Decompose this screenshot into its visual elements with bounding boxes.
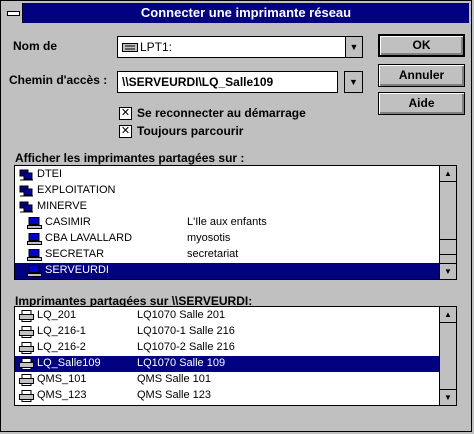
scroll-up-arrow-icon[interactable]: ▲ (440, 166, 456, 182)
computer-icon (27, 249, 42, 261)
scroll-down-arrow-icon[interactable]: ▼ (440, 263, 456, 279)
network-group-icon (19, 201, 34, 213)
computer-icon (27, 265, 42, 277)
list-item[interactable]: LQ_201 LQ1070 Salle 201 (15, 308, 439, 324)
shared-on-scrollbar[interactable]: ▲ ▼ (439, 166, 456, 279)
item-name: CASIMIR (45, 216, 91, 228)
annuler-button[interactable]: Annuler (378, 64, 465, 87)
item-name: EXPLOITATION (37, 184, 116, 196)
scroll-down-arrow-icon[interactable]: ▼ (440, 389, 456, 405)
window-title: Connecter une imprimante réseau (140, 5, 352, 20)
item-name: SECRETAR (45, 248, 105, 260)
computer-icon (27, 217, 42, 229)
list-item[interactable]: SECRETAR secretariat (15, 247, 439, 263)
chemin-label: Chemin d'accès : (9, 73, 108, 87)
list-item[interactable]: DTEI (15, 167, 439, 183)
printer-icon (19, 358, 34, 370)
printers-scrollbar[interactable]: ▲ ▼ (439, 307, 456, 405)
item-name: LQ_201 (37, 309, 77, 321)
system-menu-icon[interactable] (3, 3, 23, 23)
list-item[interactable]: EXPLOITATION (15, 183, 439, 199)
list-item[interactable]: CBA LAVALLARD myosotis (15, 231, 439, 247)
browse-checkbox[interactable]: ✕ (119, 125, 132, 138)
nom-de-value: LPT1: (140, 40, 173, 54)
list-item[interactable]: LQ_Salle109 LQ1070 Salle 109 (15, 356, 439, 372)
nom-de-dropdown-arrow-icon[interactable]: ▼ (345, 37, 362, 57)
item-description: L'Ile aux enfants (187, 216, 267, 228)
item-name: LQ_216-1 (37, 325, 86, 337)
network-group-icon (19, 185, 34, 197)
chemin-input[interactable]: \\SERVEURDI\LQ_Salle109 (117, 71, 338, 93)
item-description: LQ1070 Salle 201 (137, 309, 226, 321)
item-description: LQ1070-1 Salle 216 (137, 325, 235, 337)
item-name: QMS_101 (37, 373, 87, 385)
chemin-value: \\SERVEURDI\LQ_Salle109 (122, 75, 274, 89)
item-description: myosotis (187, 232, 231, 244)
printer-icon (19, 374, 34, 386)
reconnect-checkbox[interactable]: ✕ (119, 107, 132, 120)
printers-list[interactable]: ▲ ▼ LQ_201 LQ1070 Salle 201 LQ_216-1 LQ1070… (14, 306, 457, 406)
item-name: LQ_Salle109 (37, 357, 101, 369)
item-name: SERVEURDI (45, 264, 109, 276)
printer-icon (19, 310, 34, 322)
shared-on-list[interactable]: ▲ ▼ DTEI EXPLOITATION MINERVE CASIMIR L'Ile … (14, 165, 457, 280)
port-icon (122, 43, 138, 52)
item-description: LQ1070 Salle 109 (137, 357, 226, 369)
printer-icon (19, 390, 34, 402)
scroll-up-arrow-icon[interactable]: ▲ (440, 307, 456, 323)
item-name: MINERVE (37, 200, 87, 212)
shared-on-label: Afficher les imprimantes partagées sur : (15, 151, 245, 165)
computer-icon (27, 233, 42, 245)
printer-icon (19, 342, 34, 354)
scroll-thumb[interactable] (440, 239, 456, 255)
item-name: LQ_216-2 (37, 341, 86, 353)
browse-label[interactable]: Toujours parcourir (137, 124, 243, 138)
nom-de-label: Nom de (13, 39, 58, 53)
item-description: secretariat (187, 248, 239, 260)
title-bar: Connecter une imprimante réseau (3, 3, 469, 23)
printer-icon (19, 326, 34, 338)
aide-button[interactable]: Aide (378, 92, 465, 115)
dialog-window: Connecter une imprimante réseau Nom de L… (0, 0, 472, 432)
item-description: QMS Salle 123 (137, 389, 211, 401)
network-group-icon (19, 169, 34, 181)
list-item[interactable]: LQ_216-1 LQ1070-1 Salle 216 (15, 324, 439, 340)
item-description: QMS Salle 101 (137, 373, 211, 385)
chemin-dropdown-arrow-icon: ▼ (345, 72, 362, 92)
chemin-dropdown-button[interactable]: ▼ (344, 71, 363, 93)
item-name: CBA LAVALLARD (45, 232, 133, 244)
list-item[interactable]: MINERVE (15, 199, 439, 215)
reconnect-label[interactable]: Se reconnecter au démarrage (137, 106, 306, 120)
list-item[interactable]: CASIMIR L'Ile aux enfants (15, 215, 439, 231)
list-item[interactable]: QMS_101 QMS Salle 101 (15, 372, 439, 388)
item-name: QMS_123 (37, 389, 87, 401)
item-name: DTEI (37, 168, 63, 180)
list-item[interactable]: QMS_123 QMS Salle 123 (15, 388, 439, 404)
ok-button[interactable]: OK (378, 34, 465, 57)
nom-de-combobox[interactable]: LPT1: ▼ (117, 36, 363, 58)
list-item[interactable]: SERVEURDI (15, 263, 439, 279)
list-item[interactable]: LQ_216-2 LQ1070-2 Salle 216 (15, 340, 439, 356)
item-description: LQ1070-2 Salle 216 (137, 341, 235, 353)
